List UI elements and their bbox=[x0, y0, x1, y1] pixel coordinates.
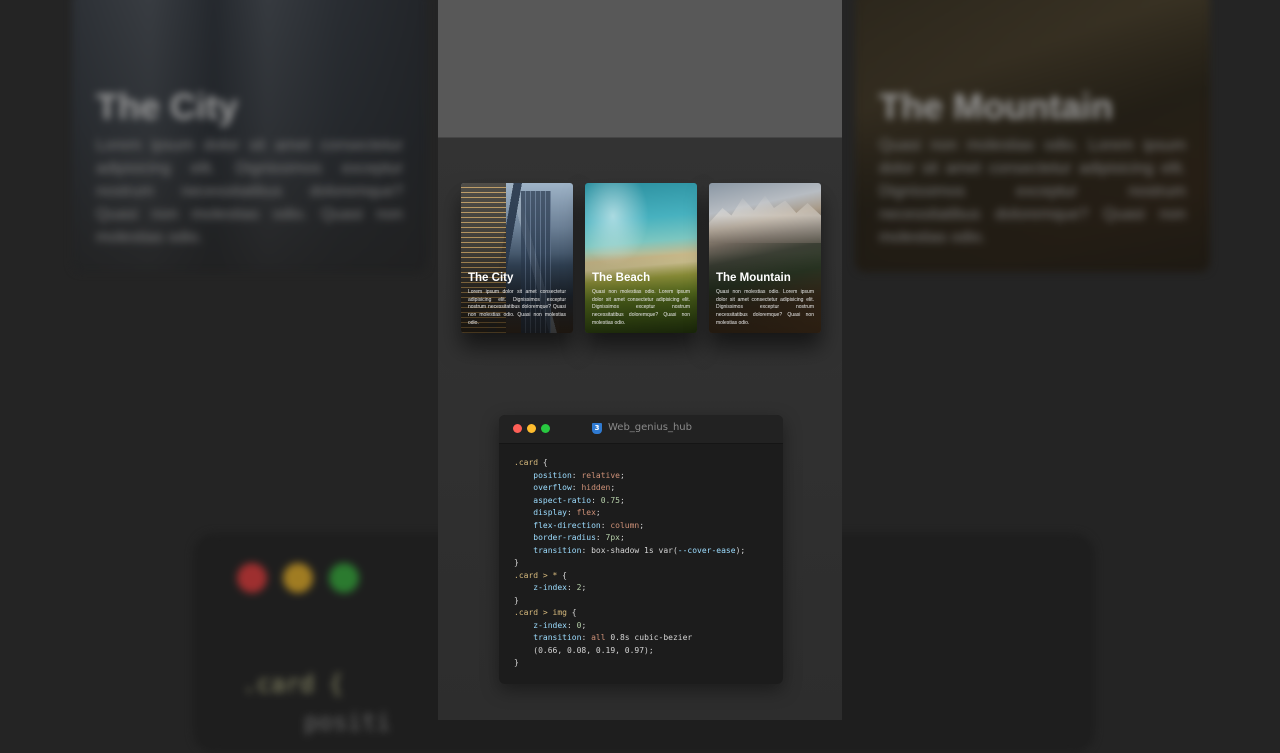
code-token: : bbox=[571, 483, 582, 492]
code-token: position bbox=[514, 470, 572, 480]
card-mountain[interactable]: The Mountain Quasi non molestias odio. L… bbox=[709, 183, 821, 333]
code-token: 0.8s cubic-bezier bbox=[605, 633, 693, 642]
code-token: ; bbox=[610, 483, 616, 492]
bg-code-text: .card { bbox=[242, 670, 344, 698]
code-line: transition: all 0.8s cubic-bezier bbox=[514, 632, 745, 645]
code-token: transition bbox=[514, 545, 582, 555]
code-editor-window: 3 Web_genius_hub .card { position: relat… bbox=[499, 415, 783, 684]
bg-maximize-dot-icon bbox=[329, 563, 359, 593]
code-line: } bbox=[514, 657, 745, 670]
minimize-dot-icon[interactable] bbox=[527, 424, 536, 433]
code-line: z-index: 0; bbox=[514, 620, 745, 633]
code-token: hidden bbox=[581, 483, 611, 492]
code-token: aspect-ratio bbox=[514, 495, 592, 505]
card-text: Lorem ipsum dolor sit amet consectetur a… bbox=[468, 289, 566, 326]
code-token: z-index bbox=[514, 583, 567, 592]
code-line: transition: box-shadow 1s var(--cover-ea… bbox=[514, 545, 745, 558]
code-token: z-index bbox=[514, 620, 567, 630]
code-token: : bbox=[566, 583, 577, 592]
code-token: .card bbox=[514, 458, 539, 467]
card-city[interactable]: The City Lorem ipsum dolor sit amet cons… bbox=[461, 183, 573, 333]
bg-card-text: Quasi non molestias odio. Lorem ipsum do… bbox=[879, 137, 1186, 246]
code-window-titlebar: 3 Web_genius_hub bbox=[499, 415, 783, 444]
code-line: display: flex; bbox=[514, 507, 745, 520]
bg-card-title: The Mountain bbox=[879, 86, 1113, 127]
code-line: } bbox=[514, 595, 745, 608]
code-token: ; bbox=[619, 470, 625, 480]
code-token: 0.75 bbox=[600, 495, 620, 505]
code-token: : bbox=[581, 633, 592, 642]
code-token: all bbox=[591, 633, 606, 642]
code-token: { bbox=[566, 608, 577, 617]
bg-code-text: positi bbox=[304, 708, 391, 736]
code-token: ; bbox=[619, 533, 625, 542]
code-token: : bbox=[571, 470, 582, 480]
code-token: .card > img bbox=[514, 608, 567, 617]
code-token: : bbox=[566, 620, 577, 630]
close-dot-icon[interactable] bbox=[513, 424, 522, 433]
code-token: : bbox=[595, 533, 606, 542]
code-token: ; bbox=[581, 583, 587, 592]
code-token: : bbox=[600, 520, 611, 530]
code-line: aspect-ratio: 0.75; bbox=[514, 495, 745, 508]
code-token: display bbox=[514, 508, 567, 517]
code-token: { bbox=[538, 458, 548, 467]
code-token: flex bbox=[576, 508, 596, 517]
card-text: Quasi non molestias odio. Lorem ipsum do… bbox=[592, 289, 690, 326]
code-token: : bbox=[566, 508, 577, 517]
card-text: Quasi non molestias odio. Lorem ipsum do… bbox=[716, 289, 814, 326]
code-window-title: Web_genius_hub bbox=[608, 422, 692, 433]
bg-card-mountain: The Mountain Quasi non molestias odio. L… bbox=[855, 0, 1210, 272]
code-line: .card > * { bbox=[514, 570, 745, 583]
code-token: flex-direction bbox=[514, 520, 601, 530]
code-token: : bbox=[591, 495, 601, 505]
bg-close-dot-icon bbox=[237, 563, 267, 593]
maximize-dot-icon[interactable] bbox=[541, 424, 550, 433]
bg-card-title: The City bbox=[96, 86, 239, 127]
code-token: overflow bbox=[514, 483, 572, 492]
bg-minimize-dot-icon bbox=[283, 563, 313, 593]
code-line: flex-direction: column; bbox=[514, 520, 745, 533]
code-token: (0.66, 0.08, 0.19, 0.97); bbox=[514, 645, 654, 655]
code-line: .card > img { bbox=[514, 607, 745, 620]
card-beach[interactable]: The Beach Quasi non molestias odio. Lore… bbox=[585, 183, 697, 333]
code-token: ); bbox=[735, 545, 746, 555]
code-token: 7px bbox=[605, 533, 620, 542]
code-token: --cover-ease bbox=[677, 545, 736, 555]
card-gallery: The City Lorem ipsum dolor sit amet cons… bbox=[461, 183, 821, 333]
code-token: : box-shadow 1s var( bbox=[581, 545, 678, 555]
code-token: } bbox=[514, 658, 519, 667]
code-line: (0.66, 0.08, 0.19, 0.97); bbox=[514, 645, 745, 658]
code-token: column bbox=[610, 520, 640, 530]
code-token: } bbox=[514, 558, 519, 567]
code-token: } bbox=[514, 595, 519, 605]
card-title: The Mountain bbox=[716, 272, 791, 284]
video-frame: The City Lorem ipsum dolor sit amet cons… bbox=[438, 0, 842, 720]
card-title: The City bbox=[468, 272, 514, 284]
code-line: } bbox=[514, 557, 745, 570]
bg-card-text: Lorem ipsum dolor sit amet consectetur a… bbox=[96, 137, 403, 246]
code-line: border-radius: 7px; bbox=[514, 532, 745, 545]
css3-icon: 3 bbox=[592, 423, 602, 434]
code-token: ; bbox=[639, 520, 645, 530]
code-line: position: relative; bbox=[514, 470, 745, 483]
code-token: .card > * bbox=[514, 570, 558, 580]
code-token: ; bbox=[619, 495, 625, 505]
code-token: relative bbox=[581, 470, 620, 480]
code-line: overflow: hidden; bbox=[514, 482, 745, 495]
code-token: ; bbox=[581, 620, 587, 630]
card-title: The Beach bbox=[592, 272, 651, 284]
code-token: { bbox=[557, 570, 567, 580]
code-line: z-index: 2; bbox=[514, 582, 745, 595]
code-line: .card { bbox=[514, 457, 745, 470]
bg-card-city: The City Lorem ipsum dolor sit amet cons… bbox=[72, 0, 427, 272]
code-token: ; bbox=[595, 508, 601, 517]
code-token: border-radius bbox=[514, 533, 596, 542]
code-block: .card { position: relative; overflow: hi… bbox=[514, 457, 745, 670]
code-token: transition bbox=[514, 633, 582, 642]
